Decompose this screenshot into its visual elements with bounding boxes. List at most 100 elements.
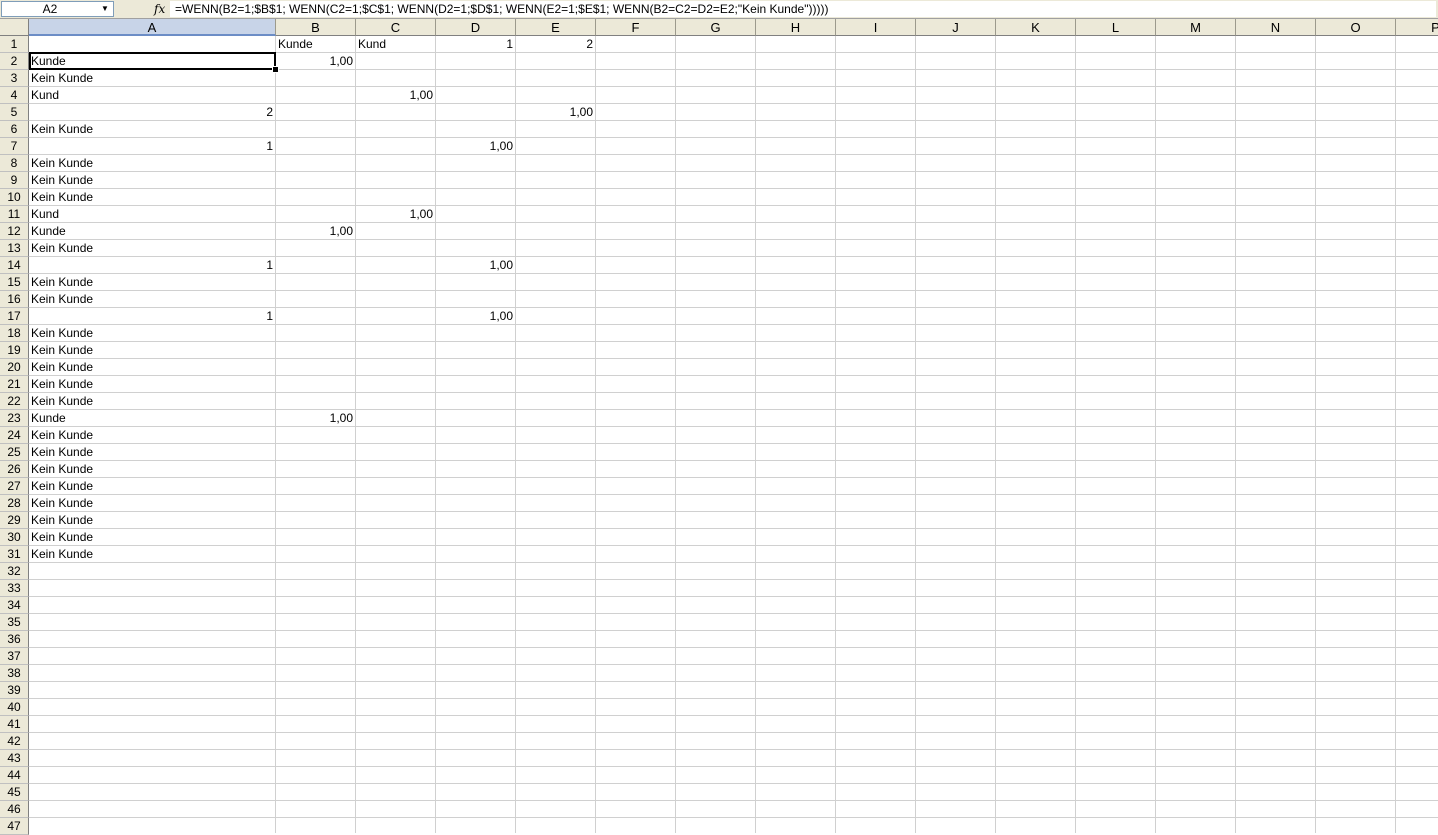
row-header-27[interactable]: 27 — [0, 478, 29, 495]
cell-e1[interactable]: 2 — [516, 36, 595, 52]
cell-a21[interactable]: Kein Kunde — [29, 376, 275, 392]
row-header-28[interactable]: 28 — [0, 495, 29, 512]
column-header-m[interactable]: M — [1156, 19, 1236, 36]
row-header-16[interactable]: 16 — [0, 291, 29, 308]
select-all-corner[interactable] — [0, 19, 29, 36]
row-header-43[interactable]: 43 — [0, 750, 29, 767]
row-header-26[interactable]: 26 — [0, 461, 29, 478]
row-header-22[interactable]: 22 — [0, 393, 29, 410]
row-header-21[interactable]: 21 — [0, 376, 29, 393]
row-header-45[interactable]: 45 — [0, 784, 29, 801]
row-header-19[interactable]: 19 — [0, 342, 29, 359]
cell-b1[interactable]: Kunde — [276, 36, 355, 52]
cell-a8[interactable]: Kein Kunde — [29, 155, 275, 171]
row-header-39[interactable]: 39 — [0, 682, 29, 699]
cell-a16[interactable]: Kein Kunde — [29, 291, 275, 307]
cell-d14[interactable]: 1,00 — [436, 257, 515, 273]
cell-a15[interactable]: Kein Kunde — [29, 274, 275, 290]
cell-a6[interactable]: Kein Kunde — [29, 121, 275, 137]
row-header-14[interactable]: 14 — [0, 257, 29, 274]
row-header-10[interactable]: 10 — [0, 189, 29, 206]
row-header-44[interactable]: 44 — [0, 767, 29, 784]
row-header-9[interactable]: 9 — [0, 172, 29, 189]
row-header-13[interactable]: 13 — [0, 240, 29, 257]
row-header-33[interactable]: 33 — [0, 580, 29, 597]
row-header-32[interactable]: 32 — [0, 563, 29, 580]
column-header-l[interactable]: L — [1076, 19, 1156, 36]
cell-a19[interactable]: Kein Kunde — [29, 342, 275, 358]
cell-a29[interactable]: Kein Kunde — [29, 512, 275, 528]
column-header-e[interactable]: E — [516, 19, 596, 36]
cell-a24[interactable]: Kein Kunde — [29, 427, 275, 443]
cell-d17[interactable]: 1,00 — [436, 308, 515, 324]
fx-icon[interactable]: fx — [154, 1, 168, 17]
row-header-47[interactable]: 47 — [0, 818, 29, 835]
column-header-c[interactable]: C — [356, 19, 436, 36]
cell-b2[interactable]: 1,00 — [276, 53, 355, 69]
cell-b23[interactable]: 1,00 — [276, 410, 355, 426]
row-header-6[interactable]: 6 — [0, 121, 29, 138]
cell-c1[interactable]: Kund — [356, 36, 435, 52]
row-header-31[interactable]: 31 — [0, 546, 29, 563]
cell-a11[interactable]: Kund — [29, 206, 275, 222]
cell-a27[interactable]: Kein Kunde — [29, 478, 275, 494]
cell-c4[interactable]: 1,00 — [356, 87, 435, 103]
column-header-g[interactable]: G — [676, 19, 756, 36]
row-header-25[interactable]: 25 — [0, 444, 29, 461]
row-header-23[interactable]: 23 — [0, 410, 29, 427]
row-header-18[interactable]: 18 — [0, 325, 29, 342]
cell-d1[interactable]: 1 — [436, 36, 515, 52]
cell-a10[interactable]: Kein Kunde — [29, 189, 275, 205]
cell-a12[interactable]: Kunde — [29, 223, 275, 239]
chevron-down-icon[interactable]: ▼ — [97, 2, 113, 16]
column-header-f[interactable]: F — [596, 19, 676, 36]
cell-a25[interactable]: Kein Kunde — [29, 444, 275, 460]
row-header-3[interactable]: 3 — [0, 70, 29, 87]
row-header-2[interactable]: 2 — [0, 53, 29, 70]
cell-c11[interactable]: 1,00 — [356, 206, 435, 222]
cell-a14[interactable]: 1 — [29, 257, 275, 273]
row-header-5[interactable]: 5 — [0, 104, 29, 121]
row-header-35[interactable]: 35 — [0, 614, 29, 631]
column-header-h[interactable]: H — [756, 19, 836, 36]
cell-a4[interactable]: Kund — [29, 87, 275, 103]
cell-a26[interactable]: Kein Kunde — [29, 461, 275, 477]
cells-area[interactable]: Kunde Kund 1 2 Kunde 1,00 Kein Kunde Kund 1,00 2 1… — [29, 36, 1438, 833]
cell-a30[interactable]: Kein Kunde — [29, 529, 275, 545]
row-header-46[interactable]: 46 — [0, 801, 29, 818]
row-header-17[interactable]: 17 — [0, 308, 29, 325]
column-header-k[interactable]: K — [996, 19, 1076, 36]
cell-e5[interactable]: 1,00 — [516, 104, 595, 120]
row-header-24[interactable]: 24 — [0, 427, 29, 444]
row-header-1[interactable]: 1 — [0, 36, 29, 53]
column-header-a[interactable]: A — [29, 19, 276, 36]
column-header-i[interactable]: I — [836, 19, 916, 36]
column-header-b[interactable]: B — [276, 19, 356, 36]
fill-handle[interactable] — [272, 66, 279, 73]
row-header-4[interactable]: 4 — [0, 87, 29, 104]
row-header-11[interactable]: 11 — [0, 206, 29, 223]
column-header-j[interactable]: J — [916, 19, 996, 36]
column-header-n[interactable]: N — [1236, 19, 1316, 36]
row-header-36[interactable]: 36 — [0, 631, 29, 648]
cell-a22[interactable]: Kein Kunde — [29, 393, 275, 409]
row-header-29[interactable]: 29 — [0, 512, 29, 529]
column-header-o[interactable]: O — [1316, 19, 1396, 36]
cell-a7[interactable]: 1 — [29, 138, 275, 154]
row-header-42[interactable]: 42 — [0, 733, 29, 750]
cell-a18[interactable]: Kein Kunde — [29, 325, 275, 341]
cell-d7[interactable]: 1,00 — [436, 138, 515, 154]
row-header-7[interactable]: 7 — [0, 138, 29, 155]
row-header-40[interactable]: 40 — [0, 699, 29, 716]
row-header-8[interactable]: 8 — [0, 155, 29, 172]
cell-a20[interactable]: Kein Kunde — [29, 359, 275, 375]
row-header-20[interactable]: 20 — [0, 359, 29, 376]
cell-a5[interactable]: 2 — [29, 104, 275, 120]
row-header-41[interactable]: 41 — [0, 716, 29, 733]
row-header-37[interactable]: 37 — [0, 648, 29, 665]
column-header-d[interactable]: D — [436, 19, 516, 36]
column-header-p[interactable]: P — [1396, 19, 1438, 36]
row-header-30[interactable]: 30 — [0, 529, 29, 546]
cell-a31[interactable]: Kein Kunde — [29, 546, 275, 562]
cell-a13[interactable]: Kein Kunde — [29, 240, 275, 256]
